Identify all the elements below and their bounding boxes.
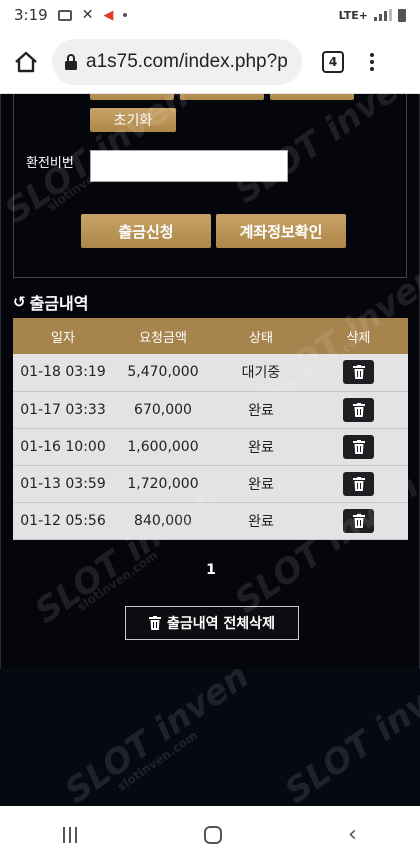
table-row: 01-17 03:33 670,000 완료: [13, 391, 408, 429]
row-status: 완료: [213, 502, 309, 540]
col-delete: 삭제: [309, 318, 408, 354]
col-status: 상태: [213, 318, 309, 354]
url-text: a1s75.com/index.php?p: [86, 50, 288, 72]
page-content: 초기화 환전비번 출금신청 계좌정보확인 ↺ 출금내역 일자 요청금액 상태 삭…: [0, 94, 420, 806]
table-header-row: 일자 요청금액 상태 삭제: [13, 318, 408, 354]
table-row: 01-16 10:00 1,600,000 완료: [13, 428, 408, 466]
delete-row-button[interactable]: [343, 434, 374, 459]
table-row: 01-13 03:59 1,720,000 완료: [13, 465, 408, 503]
watermark: SLOT inven: [57, 656, 257, 806]
megaphone-icon: ◀: [103, 7, 114, 23]
row-amount: 5,470,000: [113, 354, 213, 392]
row-status: 완료: [213, 465, 309, 503]
delete-row-button[interactable]: [343, 471, 374, 496]
delete-row-button[interactable]: [343, 508, 374, 533]
trash-icon: [352, 513, 365, 528]
status-bar: 3:19 ✕ ◀ LTE+: [0, 0, 420, 30]
password-input[interactable]: [90, 150, 288, 182]
watermark: slotinven.com: [114, 728, 201, 794]
history-title: ↺ 출금내역: [13, 290, 88, 314]
password-label: 환전비번: [26, 156, 74, 171]
amount-buttons-row: [90, 94, 354, 100]
trash-icon: [352, 476, 365, 491]
withdraw-form: 초기화 환전비번 출금신청 계좌정보확인: [13, 94, 407, 278]
delete-all-label: 출금내역 전체삭제: [167, 616, 275, 632]
trash-icon: [352, 365, 365, 380]
clock: 3:19: [14, 6, 48, 24]
account-info-button[interactable]: 계좌정보확인: [216, 214, 346, 248]
row-status: 대기중: [213, 354, 309, 392]
row-date: 01-12 05:56: [13, 502, 113, 540]
overflow-menu-icon[interactable]: [370, 52, 374, 71]
trash-icon: [149, 616, 162, 630]
network-type: LTE+: [338, 8, 368, 22]
table-row: 01-12 05:56 840,000 완료: [13, 502, 408, 540]
address-bar[interactable]: a1s75.com/index.php?p: [52, 38, 302, 85]
home-icon[interactable]: [12, 48, 40, 76]
reset-button[interactable]: 초기화: [90, 108, 176, 132]
row-amount: 840,000: [113, 502, 213, 540]
trash-icon: [352, 439, 365, 454]
recent-apps-icon[interactable]: [63, 826, 78, 843]
row-date: 01-13 03:59: [13, 465, 113, 503]
withdraw-panel: 초기화 환전비번 출금신청 계좌정보확인 ↺ 출금내역 일자 요청금액 상태 삭…: [0, 94, 420, 669]
watermark: SLOT inven: [277, 656, 420, 806]
row-amount: 1,600,000: [113, 428, 213, 466]
amount-button[interactable]: [270, 94, 354, 100]
col-amount: 요청금액: [113, 318, 213, 354]
gallery-icon: [57, 9, 72, 21]
signal-icon: [374, 9, 392, 21]
amount-button[interactable]: [90, 94, 174, 100]
tab-switcher-button[interactable]: 4: [322, 50, 344, 73]
missed-call-icon: ✕: [81, 7, 94, 23]
delete-row-button[interactable]: [343, 397, 374, 422]
row-date: 01-16 10:00: [13, 428, 113, 466]
lock-icon: [65, 53, 77, 70]
back-icon[interactable]: ‹: [348, 822, 357, 847]
delete-all-button[interactable]: 출금내역 전체삭제: [125, 606, 299, 640]
row-status: 완료: [213, 428, 309, 466]
history-table: 일자 요청금액 상태 삭제 01-18 03:19 5,470,000 대기중 …: [13, 318, 408, 540]
battery-icon: [398, 8, 406, 22]
row-amount: 670,000: [113, 391, 213, 429]
delete-row-button[interactable]: [343, 360, 374, 385]
history-title-text: 출금내역: [29, 294, 89, 313]
system-navigation-bar: ‹: [0, 806, 420, 863]
history-icon: ↺: [13, 293, 26, 311]
table-row: 01-18 03:19 5,470,000 대기중: [13, 354, 408, 392]
row-amount: 1,720,000: [113, 465, 213, 503]
browser-toolbar: a1s75.com/index.php?p 4: [0, 30, 420, 94]
row-status: 완료: [213, 391, 309, 429]
amount-button[interactable]: [180, 94, 264, 100]
pagination-current[interactable]: 1: [1, 562, 420, 578]
row-date: 01-18 03:19: [13, 354, 113, 392]
home-nav-icon[interactable]: [203, 825, 222, 844]
row-date: 01-17 03:33: [13, 391, 113, 429]
more-notifications-icon: [123, 13, 128, 17]
col-date: 일자: [13, 318, 113, 354]
trash-icon: [352, 402, 365, 417]
withdraw-request-button[interactable]: 출금신청: [81, 214, 211, 248]
